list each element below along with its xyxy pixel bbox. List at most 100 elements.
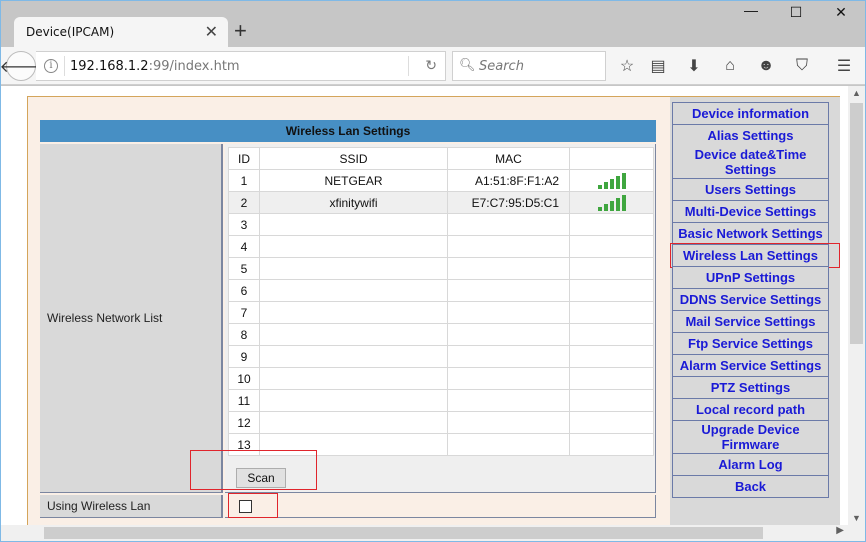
row-signal	[569, 169, 654, 192]
menu-item-basic-network-settings[interactable]: Basic Network Settings	[672, 223, 829, 245]
scan-button[interactable]: Scan	[236, 468, 286, 488]
close-window-icon[interactable]: ✕	[831, 4, 851, 21]
table-row[interactable]: 5	[228, 257, 654, 280]
info-icon[interactable]: i	[44, 59, 58, 73]
bookmark-star-icon[interactable]: ☆	[616, 55, 638, 77]
signal-strength-icon	[597, 194, 626, 211]
home-icon[interactable]: ⌂	[719, 55, 741, 77]
menu-item-local-record-path[interactable]: Local record path	[672, 399, 829, 421]
row-mac	[447, 279, 570, 302]
url-text[interactable]: 192.168.1.2:99/index.htm	[70, 59, 240, 74]
row-id: 3	[228, 213, 260, 236]
row-ssid: NETGEAR	[259, 169, 448, 192]
nav-bar: 🡐 i 192.168.1.2:99/index.htm ↻ 🔍︎ Search…	[0, 47, 866, 85]
menu-item-mail-service-settings[interactable]: Mail Service Settings	[672, 311, 829, 333]
search-input[interactable]: 🔍︎ Search	[452, 51, 606, 81]
row-id: 12	[228, 411, 260, 434]
new-tab-icon[interactable]: +	[234, 18, 247, 44]
table-row[interactable]: 12	[228, 411, 654, 434]
menu-item-wireless-lan-settings[interactable]: Wireless Lan Settings	[672, 245, 829, 267]
menu-item-ptz-settings[interactable]: PTZ Settings	[672, 377, 829, 399]
menu-item-multi-device-settings[interactable]: Multi-Device Settings	[672, 201, 829, 223]
download-icon[interactable]: ⬇	[683, 55, 705, 77]
menu-item-device-date-time-settings[interactable]: Device date&Time Settings	[672, 146, 829, 179]
table-row[interactable]: 10	[228, 367, 654, 390]
close-tab-icon[interactable]: ✕	[205, 22, 218, 42]
menu-item-device-information[interactable]: Device information	[672, 102, 829, 125]
menu-item-alias-settings[interactable]: Alias Settings	[672, 125, 829, 147]
row-ssid	[259, 323, 448, 346]
table-row[interactable]: 7	[228, 301, 654, 324]
menu-item-alarm-service-settings[interactable]: Alarm Service Settings	[672, 355, 829, 377]
chat-icon[interactable]: ☻	[755, 55, 777, 77]
settings-frame: Wireless Lan Settings Wireless Network L…	[27, 96, 840, 525]
menu-item-users-settings[interactable]: Users Settings	[672, 179, 829, 201]
hamburger-menu-icon[interactable]: ☰	[833, 55, 855, 77]
row-id: 8	[228, 323, 260, 346]
horizontal-scroll-thumb[interactable]	[44, 527, 763, 539]
row-ssid	[259, 257, 448, 280]
row-mac	[447, 323, 570, 346]
row-mac	[447, 389, 570, 412]
minimize-icon[interactable]: —	[741, 2, 761, 18]
row-ssid	[259, 433, 448, 456]
row-ssid	[259, 213, 448, 236]
using-wireless-lan-checkbox[interactable]	[239, 500, 252, 513]
table-row[interactable]: 11	[228, 389, 654, 412]
url-bar[interactable]: i 192.168.1.2:99/index.htm ↻	[36, 51, 446, 81]
table-row[interactable]: 4	[228, 235, 654, 258]
scroll-down-icon[interactable]: ▼	[848, 513, 865, 523]
horizontal-scrollbar[interactable]: ▶	[1, 525, 848, 541]
row-mac	[447, 301, 570, 324]
table-row[interactable]: 13	[228, 433, 654, 456]
network-list-area: ID SSID MAC 1 NETGEAR A1:51:8F:F1:A2 2 xfini…	[225, 144, 656, 493]
menu-item-ftp-service-settings[interactable]: Ftp Service Settings	[672, 333, 829, 355]
col-ssid: SSID	[259, 147, 448, 170]
col-id: ID	[228, 147, 260, 170]
row-ssid	[259, 367, 448, 390]
table-header: ID SSID MAC	[228, 147, 654, 170]
menu-item-ddns-service-settings[interactable]: DDNS Service Settings	[672, 289, 829, 311]
row-signal	[569, 213, 654, 236]
table-row[interactable]: 8	[228, 323, 654, 346]
row-mac	[447, 367, 570, 390]
using-wireless-lan-cell	[225, 495, 656, 518]
row-ssid	[259, 411, 448, 434]
row-signal	[569, 191, 654, 214]
vertical-scroll-thumb[interactable]	[850, 103, 863, 344]
maximize-icon[interactable]: ☐	[786, 4, 806, 21]
row-signal	[569, 279, 654, 302]
scroll-right-icon[interactable]: ▶	[836, 525, 844, 536]
row-signal	[569, 367, 654, 390]
pocket-icon[interactable]: ⛉	[791, 55, 813, 77]
menu-item-alarm-log[interactable]: Alarm Log	[672, 454, 829, 476]
row-mac	[447, 257, 570, 280]
row-ssid: xfinitywifi	[259, 191, 448, 214]
table-row[interactable]: 1 NETGEAR A1:51:8F:F1:A2	[228, 169, 654, 192]
row-mac	[447, 411, 570, 434]
back-arrow-icon[interactable]: 🡐	[0, 51, 42, 81]
table-row[interactable]: 3	[228, 213, 654, 236]
table-row[interactable]: 6	[228, 279, 654, 302]
row-id: 13	[228, 433, 260, 456]
browser-tab[interactable]: Device(IPCAM) ✕	[14, 17, 228, 47]
menu-item-upgrade-device-firmware[interactable]: Upgrade Device Firmware	[672, 421, 829, 454]
settings-menu: Device information Alias Settings Device d…	[670, 97, 840, 525]
vertical-scrollbar[interactable]: ▲ ▼	[848, 86, 865, 525]
reading-list-icon[interactable]: ▤	[647, 55, 669, 77]
row-mac: E7:C7:95:D5:C1	[447, 191, 570, 214]
menu-item-back[interactable]: Back	[672, 476, 829, 498]
row-ssid	[259, 235, 448, 258]
table-row[interactable]: 2 xfinitywifi E7:C7:95:D5:C1	[228, 191, 654, 214]
row-id: 6	[228, 279, 260, 302]
row-ssid	[259, 345, 448, 368]
page-viewport: Wireless Lan Settings Wireless Network L…	[1, 86, 848, 525]
row-signal	[569, 235, 654, 258]
reload-icon[interactable]: ↻	[425, 57, 437, 74]
row-mac	[447, 235, 570, 258]
row-id: 7	[228, 301, 260, 324]
scroll-up-icon[interactable]: ▲	[848, 88, 865, 98]
table-row[interactable]: 9	[228, 345, 654, 368]
row-id: 9	[228, 345, 260, 368]
menu-item-upnp-settings[interactable]: UPnP Settings	[672, 267, 829, 289]
